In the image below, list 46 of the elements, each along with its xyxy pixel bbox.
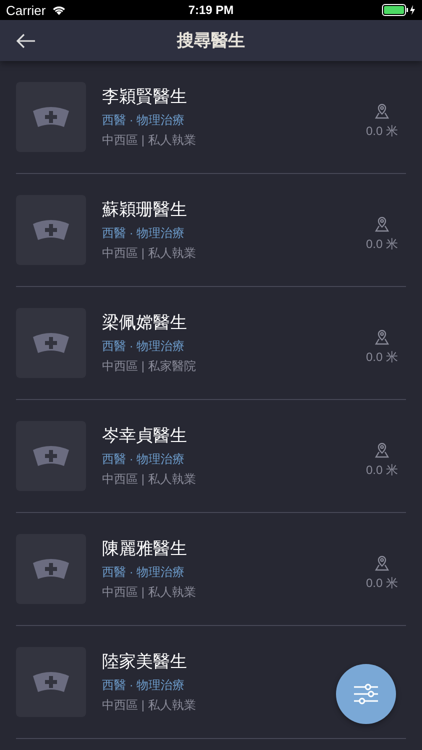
nurse-cap-icon	[31, 557, 71, 581]
nurse-cap-icon	[31, 670, 71, 694]
location-pin-icon	[374, 442, 390, 458]
nurse-cap-icon	[31, 444, 71, 468]
doctor-row[interactable]: 梁佩嫦醫生 西醫 · 物理治療 中西區 | 私家醫院 0.0 米	[16, 287, 406, 400]
distance-text: 0.0 米	[366, 574, 398, 592]
status-time: 7:19 PM	[188, 3, 234, 17]
location-pin-icon	[374, 328, 390, 344]
location-text: 中西區 | 私人執業	[102, 584, 197, 601]
specialty-text: 西醫 · 物理治療	[102, 564, 186, 581]
sliders-icon	[353, 683, 379, 705]
nurse-cap-icon	[31, 105, 71, 129]
location-pin-icon	[374, 102, 390, 118]
specialty-text: 西醫 · 物理治療	[102, 112, 186, 129]
location-text: 中西區 | 私人執業	[102, 471, 197, 488]
location-text: 中西區 | 私人執業	[102, 132, 197, 149]
distance-text: 0.0 米	[366, 462, 398, 478]
doctor-name: 陸家美醫生	[102, 651, 188, 673]
location-pin-icon	[374, 554, 390, 570]
distance-text: 0.0 米	[366, 122, 398, 140]
location-pin-icon	[374, 216, 390, 232]
doctor-row[interactable]: 蘇穎珊醫生 西醫 · 物理治療 中西區 | 私人執業 0.0 米	[16, 174, 406, 287]
doctor-name: 梁佩嫦醫生	[102, 312, 188, 334]
specialty-text: 西醫 · 物理治療	[102, 338, 186, 355]
location-text: 中西區 | 私人執業	[102, 245, 197, 262]
doctor-name: 李穎賢醫生	[102, 86, 188, 108]
specialty-text: 西醫 · 物理治療	[102, 225, 186, 242]
doctor-row[interactable]: 岑幸貞醫生 西醫 · 物理治療 中西區 | 私人執業 0.0 米	[16, 400, 406, 513]
location-text: 中西區 | 私人執業	[102, 697, 197, 714]
doctor-row[interactable]: 陳麗雅醫生 西醫 · 物理治療 中西區 | 私人執業 0.0 米	[16, 513, 406, 626]
specialty-text: 西醫 · 物理治療	[102, 451, 186, 468]
doctor-name: 岑幸貞醫生	[102, 425, 188, 447]
doctor-name: 陳麗雅醫生	[102, 538, 188, 560]
specialty-text: 西醫 · 物理治療	[102, 677, 186, 694]
page-title: 搜尋醫生	[177, 30, 245, 52]
nurse-cap-icon	[31, 218, 71, 242]
carrier-name: Carrier	[6, 2, 46, 18]
distance-text: 0.0 米	[366, 236, 398, 252]
distance-text: 0.0 米	[366, 348, 398, 366]
back-arrow-icon	[16, 32, 36, 48]
wifi-icon	[52, 5, 66, 15]
doctor-name: 蘇穎珊醫生	[102, 199, 188, 221]
battery-icon	[382, 4, 416, 16]
nurse-cap-icon	[31, 331, 71, 355]
location-text: 中西區 | 私家醫院	[102, 358, 197, 375]
doctor-row[interactable]: 李穎賢醫生 西醫 · 物理治療 中西區 | 私人執業 0.0 米	[16, 61, 406, 174]
